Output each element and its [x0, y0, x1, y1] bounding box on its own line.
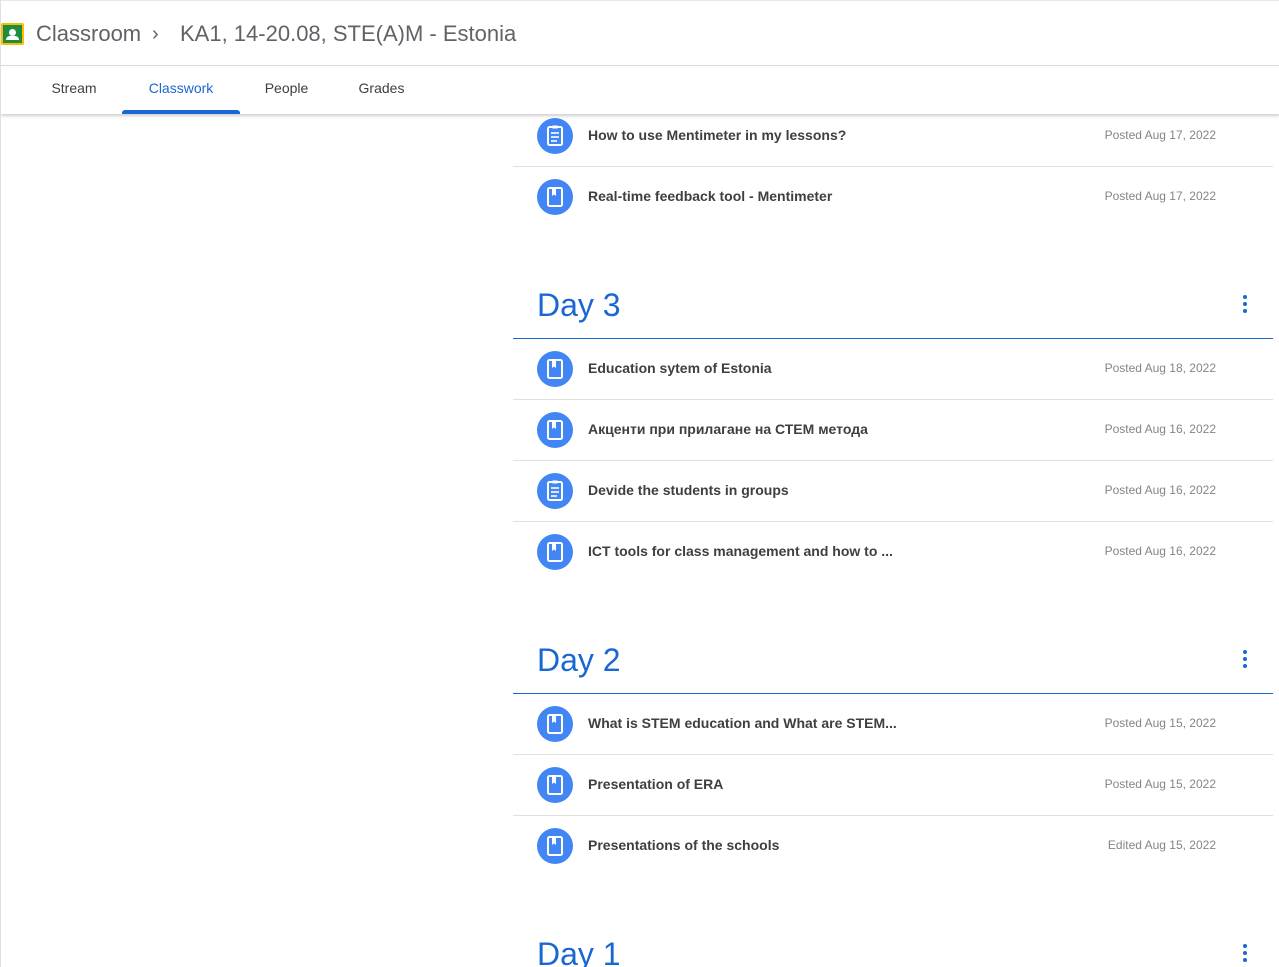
more-vert-icon[interactable]: [1241, 295, 1249, 315]
item-date: Posted Aug 17, 2022: [1104, 189, 1216, 203]
material-icon: [537, 351, 573, 387]
app-name-link[interactable]: Classroom: [36, 20, 141, 48]
item-date: Posted Aug 17, 2022: [1104, 128, 1216, 142]
item-title: What is STEM education and What are STEM…: [588, 715, 897, 731]
tab-grades-label: Grades: [358, 80, 405, 96]
assignment-icon: [537, 118, 573, 154]
classwork-item[interactable]: Real-time feedback tool - Mentimeter Pos…: [513, 167, 1273, 228]
material-icon: [537, 412, 573, 448]
classroom-logo-icon[interactable]: [1, 23, 24, 45]
material-icon: [537, 706, 573, 742]
item-date: Posted Aug 16, 2022: [1104, 422, 1216, 436]
tab-people[interactable]: People: [240, 66, 333, 114]
classwork-item[interactable]: Presentations of the schools Edited Aug …: [513, 816, 1273, 877]
item-date: Posted Aug 16, 2022: [1104, 544, 1216, 558]
topic-header-day-3: Day 3: [513, 283, 1273, 339]
item-date: Posted Aug 15, 2022: [1104, 777, 1216, 791]
tab-stream-label: Stream: [51, 80, 97, 96]
app-header: Classroom › KA1, 14-20.08, STE(A)M - Est…: [1, 0, 1279, 66]
topic-title: Day 2: [537, 642, 621, 678]
more-vert-icon[interactable]: [1241, 944, 1249, 964]
tab-bar: Stream Classwork People Grades: [1, 66, 1279, 114]
item-title: Devide the students in groups: [588, 482, 789, 498]
tab-classwork[interactable]: Classwork: [122, 66, 240, 114]
more-vert-icon[interactable]: [1241, 650, 1249, 670]
material-icon: [537, 828, 573, 864]
tab-stream[interactable]: Stream: [26, 66, 122, 114]
assignment-icon: [537, 473, 573, 509]
item-title: Real-time feedback tool - Mentimeter: [588, 188, 833, 204]
topic-header-day-2: Day 2: [513, 638, 1273, 694]
item-date: Posted Aug 16, 2022: [1104, 483, 1216, 497]
classwork-item[interactable]: Presentation of ERA Posted Aug 15, 2022: [513, 755, 1273, 816]
item-title: Акценти при прилагане на СТЕМ метода: [588, 421, 868, 437]
tab-classwork-label: Classwork: [148, 80, 214, 96]
topic-title: Day 3: [537, 287, 621, 323]
tab-grades[interactable]: Grades: [333, 66, 430, 114]
classwork-item[interactable]: How to use Mentimeter in my lessons? Pos…: [513, 106, 1273, 167]
item-title: Education sytem of Estonia: [588, 360, 772, 376]
item-date: Posted Aug 15, 2022: [1104, 716, 1216, 730]
topic-header-day-1: Day 1: [513, 932, 1273, 967]
material-icon: [537, 767, 573, 803]
classwork-item[interactable]: ICT tools for class management and how t…: [513, 522, 1273, 583]
item-title: Presentations of the schools: [588, 837, 780, 853]
item-title: ICT tools for class management and how t…: [588, 543, 893, 559]
material-icon: [537, 179, 573, 215]
classwork-item[interactable]: Акценти при прилагане на СТЕМ метода Pos…: [513, 400, 1273, 461]
chevron-right-icon: ›: [152, 23, 159, 45]
item-date: Edited Aug 15, 2022: [1107, 838, 1216, 852]
classroom-page: Classroom › KA1, 14-20.08, STE(A)M - Est…: [0, 0, 1279, 967]
topic-title: Day 1: [537, 936, 621, 967]
classwork-item[interactable]: What is STEM education and What are STEM…: [513, 694, 1273, 755]
item-date: Posted Aug 18, 2022: [1104, 361, 1216, 375]
item-title: How to use Mentimeter in my lessons?: [588, 127, 847, 143]
material-icon: [537, 534, 573, 570]
class-name-link[interactable]: KA1, 14-20.08, STE(A)M - Estonia: [180, 20, 516, 48]
classwork-item[interactable]: Education sytem of Estonia Posted Aug 18…: [513, 339, 1273, 400]
active-tab-indicator: [122, 110, 240, 114]
tab-people-label: People: [264, 80, 309, 96]
classwork-item[interactable]: Devide the students in groups Posted Aug…: [513, 461, 1273, 522]
item-title: Presentation of ERA: [588, 776, 724, 792]
